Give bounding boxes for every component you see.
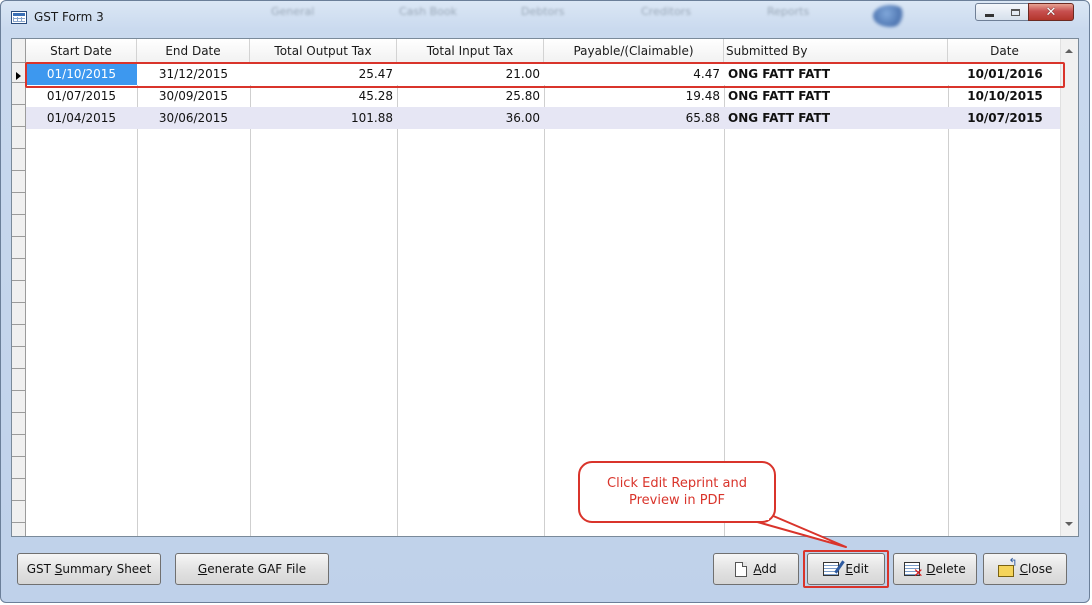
callout-text: Click Edit Reprint and Preview in PDF xyxy=(607,476,747,508)
gst-form3-window: GST Form 3 General Cash Book Debtors Cre… xyxy=(0,0,1090,603)
callout-pointer-joint xyxy=(745,515,769,520)
callout-pointer xyxy=(742,514,847,548)
annotation-callout: Click Edit Reprint and Preview in PDF xyxy=(578,461,776,523)
